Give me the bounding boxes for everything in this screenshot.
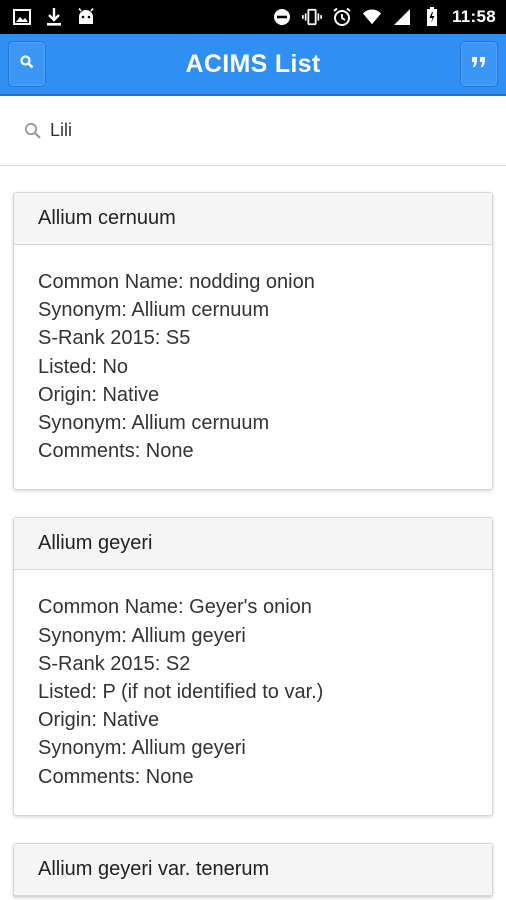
search-bar bbox=[0, 96, 506, 166]
synonym: Synonym: Allium geyeri bbox=[38, 737, 246, 760]
s-rank: S-Rank 2015: S5 bbox=[38, 327, 191, 350]
synonym: Synonym: Allium geyeri bbox=[38, 624, 246, 647]
page-title: ACIMS List bbox=[185, 49, 321, 78]
wifi-icon bbox=[362, 7, 382, 27]
origin: Origin: Native bbox=[38, 383, 160, 406]
quote-icon bbox=[471, 55, 487, 74]
card-title: Allium geyeri bbox=[14, 518, 492, 571]
card-title: Allium geyeri var. tenerum bbox=[14, 843, 492, 896]
card-body: Common Name: Geyer's onion Synonym: Alli… bbox=[14, 570, 492, 814]
quote-button[interactable] bbox=[459, 41, 498, 87]
list-item[interactable]: Allium geyeri var. tenerum bbox=[13, 842, 493, 897]
status-left bbox=[12, 7, 96, 27]
status-bar: 11:58 bbox=[0, 0, 506, 34]
alarm-icon bbox=[332, 7, 352, 27]
status-right: 11:58 bbox=[272, 7, 496, 27]
common-name: Common Name: nodding onion bbox=[38, 271, 315, 293]
image-icon bbox=[12, 7, 32, 27]
listed: Listed: No bbox=[38, 355, 129, 378]
vibrate-icon bbox=[302, 7, 322, 27]
list-item[interactable]: Allium cernuum Common Name: nodding onio… bbox=[13, 192, 493, 491]
origin: Origin: Native bbox=[38, 709, 160, 732]
comments: Comments: None bbox=[38, 440, 194, 463]
comments: Comments: None bbox=[38, 765, 194, 788]
app-bar: ACIMS List bbox=[0, 34, 506, 96]
search-icon bbox=[24, 122, 42, 140]
battery-icon bbox=[422, 7, 442, 27]
signal-icon bbox=[392, 7, 412, 27]
search-button[interactable] bbox=[8, 41, 46, 87]
card-title: Allium cernuum bbox=[14, 193, 492, 245]
synonym: Synonym: Allium cernuum bbox=[38, 299, 270, 322]
do-not-disturb-icon bbox=[272, 7, 292, 27]
listed: Listed: P (if not identified to var.) bbox=[38, 681, 324, 704]
download-icon bbox=[44, 7, 64, 27]
results-list: Allium cernuum Common Name: nodding onio… bbox=[0, 166, 506, 897]
search-icon bbox=[20, 54, 34, 74]
search-input[interactable] bbox=[50, 120, 430, 141]
common-name: Common Name: Geyer's onion bbox=[38, 596, 312, 619]
clock: 11:58 bbox=[451, 7, 496, 26]
s-rank: S-Rank 2015: S2 bbox=[38, 652, 191, 675]
synonym: Synonym: Allium cernuum bbox=[38, 412, 270, 435]
card-body: Common Name: nodding onion Synonym: Alli… bbox=[14, 245, 492, 489]
android-icon bbox=[76, 7, 96, 27]
list-item[interactable]: Allium geyeri Common Name: Geyer's onion… bbox=[13, 517, 493, 816]
